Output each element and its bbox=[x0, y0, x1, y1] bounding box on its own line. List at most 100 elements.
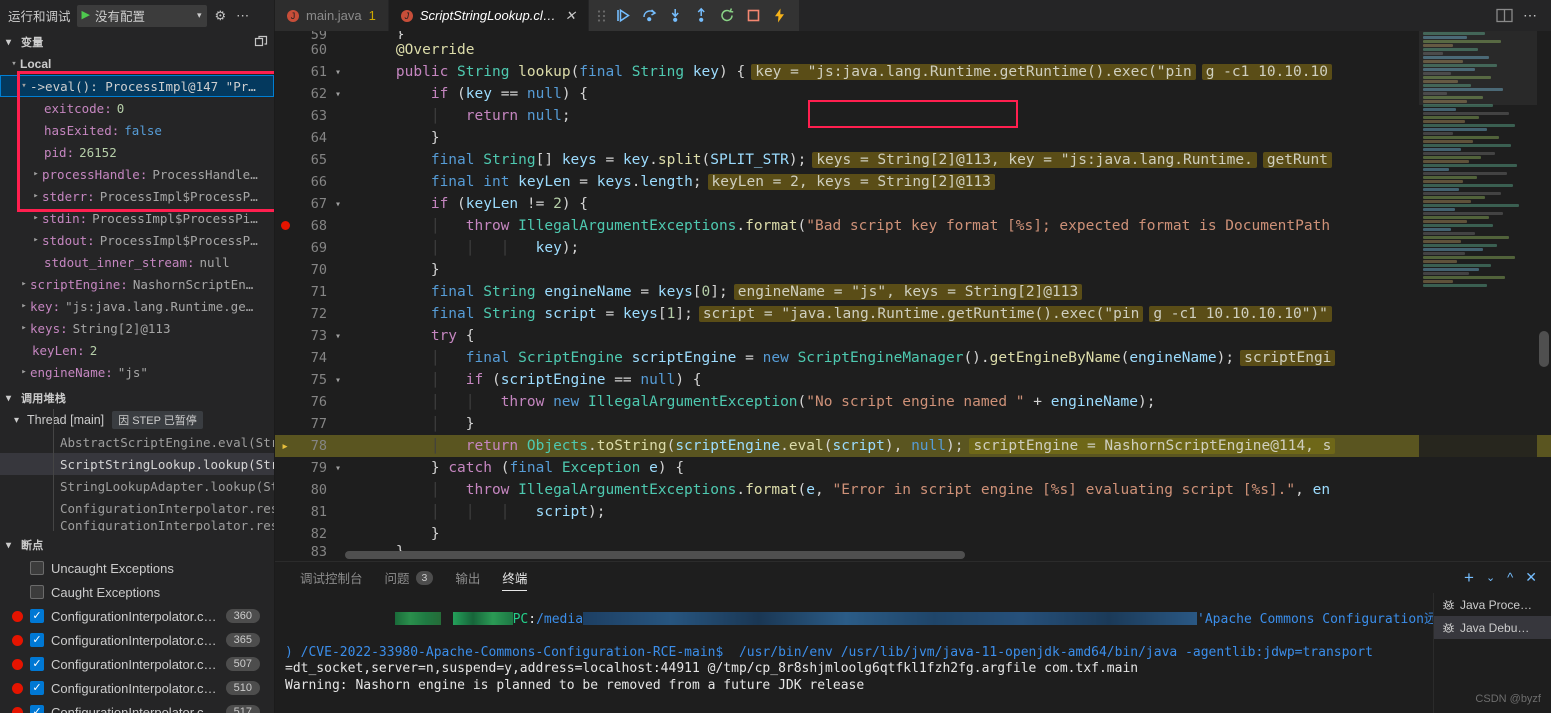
breakpoint-checkbox[interactable]: ✓ bbox=[30, 585, 44, 599]
code-line[interactable]: 68 │ throw IllegalArgumentExceptions.for… bbox=[275, 215, 1551, 237]
editor-tab-main-java[interactable]: J main.java 1 bbox=[275, 0, 389, 31]
fold-indicator[interactable]: ▾ bbox=[329, 463, 347, 474]
scrollbar-thumb[interactable] bbox=[345, 551, 965, 559]
variable-row-pid[interactable]: pid: 26152 bbox=[0, 141, 274, 163]
variables-section-header[interactable]: ▾ 变量 bbox=[0, 31, 274, 53]
code-line[interactable]: 65 final String[] keys = key.split(SPLIT… bbox=[275, 149, 1551, 171]
code-line[interactable]: 79 ▾ } catch (final Exception e) { bbox=[275, 457, 1551, 479]
callstack-frame[interactable]: ConfigurationInterpolator.reso: bbox=[0, 519, 274, 531]
breakpoint-checkbox[interactable]: ✓ bbox=[30, 705, 44, 713]
breakpoint-row[interactable]: ✓ ConfigurationInterpolator.cl… 365 bbox=[0, 628, 274, 652]
code-line[interactable]: 61 ▾ public String lookup(final String k… bbox=[275, 61, 1551, 83]
callstack-frame[interactable]: ConfigurationInterpolator.reso: bbox=[0, 497, 274, 519]
breakpoint-checkbox[interactable]: ✓ bbox=[30, 681, 44, 695]
breakpoint-checkbox[interactable]: ✓ bbox=[30, 633, 44, 647]
ellipsis-icon[interactable]: ⋯ bbox=[1523, 7, 1537, 24]
code-line[interactable]: 59 } bbox=[275, 31, 1551, 39]
variable-row-processhandle[interactable]: ▸ processHandle: ProcessHandle… bbox=[0, 163, 274, 185]
breakpoint-row-caught-exceptions[interactable]: ✓ Caught Exceptions bbox=[0, 580, 274, 604]
debug-configuration-select[interactable]: ▶ 没有配置 ▾ bbox=[76, 4, 207, 27]
breakpoint-row[interactable]: ✓ ConfigurationInterpolator.cl… 517 bbox=[0, 700, 274, 713]
breakpoint-checkbox[interactable]: ✓ bbox=[30, 609, 44, 623]
chevron-down-icon[interactable]: ▾ bbox=[197, 10, 202, 21]
editor-minimap[interactable] bbox=[1419, 31, 1537, 561]
gutter-execution-pointer[interactable]: ▸ bbox=[275, 438, 295, 454]
code-line[interactable]: 82 } bbox=[275, 523, 1551, 545]
code-line[interactable]: 62 ▾ if (key == null) { bbox=[275, 83, 1551, 105]
callstack-thread-main[interactable]: ▾ Thread [main] 因 STEP 已暂停 bbox=[0, 409, 274, 431]
code-line[interactable]: 76 │ │ throw new IllegalArgumentExceptio… bbox=[275, 391, 1551, 413]
breakpoint-checkbox[interactable]: ✓ bbox=[30, 657, 44, 671]
terminal-list-item-java-process[interactable]: Java Proce… bbox=[1434, 593, 1551, 616]
variables-scope-local[interactable]: ▾ Local bbox=[0, 53, 274, 75]
code-line[interactable]: 75 ▾ │ if (scriptEngine == null) { bbox=[275, 369, 1551, 391]
variable-row-enginename[interactable]: ▸ engineName: "js" bbox=[0, 361, 274, 383]
breakpoints-section-header[interactable]: ▾ 断点 bbox=[0, 534, 274, 556]
gutter-breakpoint[interactable] bbox=[275, 218, 295, 234]
fold-indicator[interactable]: ▾ bbox=[329, 67, 347, 78]
chevron-right-icon[interactable]: ▸ bbox=[30, 191, 42, 201]
terminal-list-item-java-debug[interactable]: Java Debu… bbox=[1434, 616, 1551, 639]
variable-row-stdout-inner-stream[interactable]: stdout_inner_stream: null bbox=[0, 251, 274, 273]
variable-row-keylen[interactable]: keyLen: 2 bbox=[0, 339, 274, 361]
breakpoint-row[interactable]: ✓ ConfigurationInterpolator.cl… 507 bbox=[0, 652, 274, 676]
close-panel-icon[interactable]: ✕ bbox=[1525, 569, 1537, 586]
code-line[interactable]: 70 } bbox=[275, 259, 1551, 281]
variable-row-scriptengine[interactable]: ▸ scriptEngine: NashornScriptEn… bbox=[0, 273, 274, 295]
editor-vertical-scrollbar[interactable] bbox=[1537, 31, 1551, 561]
code-line[interactable]: 71 final String engineName = keys[0]; eng… bbox=[275, 281, 1551, 303]
callstack-section-header[interactable]: ▾ 调用堆栈 bbox=[0, 387, 274, 409]
code-line[interactable]: 74 │ final ScriptEngine scriptEngine = n… bbox=[275, 347, 1551, 369]
editor-horizontal-scrollbar[interactable] bbox=[345, 551, 1421, 561]
panel-tab-problems[interactable]: 问题 3 bbox=[374, 562, 445, 593]
code-line[interactable]: 80 │ throw IllegalArgumentExceptions.for… bbox=[275, 479, 1551, 501]
collapse-all-icon[interactable] bbox=[254, 35, 268, 49]
variable-row-hasexited[interactable]: hasExited: false bbox=[0, 119, 274, 141]
start-debug-icon[interactable]: ▶ bbox=[82, 10, 90, 21]
chevron-right-icon[interactable]: ▸ bbox=[30, 235, 42, 245]
variable-row-stdin[interactable]: ▸ stdin: ProcessImpl$ProcessPi… bbox=[0, 207, 274, 229]
close-icon[interactable]: ✕ bbox=[565, 8, 576, 24]
code-line[interactable]: 69 │ │ │ key); bbox=[275, 237, 1551, 259]
fold-indicator[interactable]: ▾ bbox=[329, 331, 347, 342]
maximize-panel-icon[interactable]: ^ bbox=[1507, 570, 1513, 585]
variable-row-keys[interactable]: ▸ keys: String[2]@113 bbox=[0, 317, 274, 339]
chevron-down-icon[interactable]: ▾ bbox=[18, 81, 30, 91]
step-into-button[interactable] bbox=[663, 3, 689, 29]
step-over-button[interactable] bbox=[637, 3, 663, 29]
callstack-frame[interactable]: StringLookupAdapter.lookup(Str: bbox=[0, 475, 274, 497]
breakpoint-checkbox[interactable]: ✓ bbox=[30, 561, 44, 575]
editor-tab-scriptstringlookup-class[interactable]: J ScriptStringLookup.class ✕ bbox=[388, 0, 589, 31]
code-line[interactable]: 67 ▾ if (keyLen != 2) { bbox=[275, 193, 1551, 215]
chevron-right-icon[interactable]: ▸ bbox=[18, 323, 30, 333]
code-line[interactable]: 60 @Override bbox=[275, 39, 1551, 61]
code-editor[interactable]: 59 } 60 @Override 61 ▾ public String loo… bbox=[275, 31, 1551, 561]
fold-indicator[interactable]: ▾ bbox=[329, 199, 347, 210]
gear-icon[interactable]: ⚙ bbox=[213, 9, 229, 22]
breakpoint-row-uncaught-exceptions[interactable]: ✓ Uncaught Exceptions bbox=[0, 556, 274, 580]
code-line[interactable]: 64 } bbox=[275, 127, 1551, 149]
fold-indicator[interactable]: ▾ bbox=[329, 89, 347, 100]
callstack-frame-selected[interactable]: ScriptStringLookup.lookup(Strin bbox=[0, 453, 274, 475]
callstack-frame[interactable]: AbstractScriptEngine.eval(Strin bbox=[0, 431, 274, 453]
terminal-output[interactable]: PC:/media'Apache Commons Configuration远程… bbox=[275, 593, 1433, 713]
step-out-button[interactable] bbox=[689, 3, 715, 29]
variable-row-eval-processimpl[interactable]: ▾ ->eval(): ProcessImpl@147 "Pr… bbox=[0, 75, 274, 97]
panel-tab-output[interactable]: 输出 bbox=[444, 562, 491, 593]
code-line[interactable]: 66 final int keyLen = keys.length; keyLen… bbox=[275, 171, 1551, 193]
variable-row-stdout[interactable]: ▸ stdout: ProcessImpl$ProcessP… bbox=[0, 229, 274, 251]
breakpoint-dot-icon[interactable] bbox=[280, 221, 290, 230]
scrollbar-thumb[interactable] bbox=[1539, 331, 1549, 367]
restart-button[interactable] bbox=[715, 3, 741, 29]
ellipsis-icon[interactable]: ⋯ bbox=[234, 9, 251, 22]
split-editor-icon[interactable] bbox=[1496, 8, 1513, 23]
continue-button[interactable] bbox=[611, 3, 637, 29]
variable-row-exitcode[interactable]: exitcode: 0 bbox=[0, 97, 274, 119]
stop-button[interactable] bbox=[741, 3, 767, 29]
panel-tab-debug-console[interactable]: 调试控制台 bbox=[289, 562, 374, 593]
code-line-current[interactable]: ▸ 78 │ return Objects.toString(scriptEng… bbox=[275, 435, 1551, 457]
terminal-dropdown-icon[interactable]: ⌄ bbox=[1486, 571, 1495, 584]
breakpoint-row[interactable]: ✓ ConfigurationInterpolator.cl… 360 bbox=[0, 604, 274, 628]
breakpoint-row[interactable]: ✓ ConfigurationInterpolator.cl… 510 bbox=[0, 676, 274, 700]
code-line[interactable]: 63 │ return null; bbox=[275, 105, 1551, 127]
